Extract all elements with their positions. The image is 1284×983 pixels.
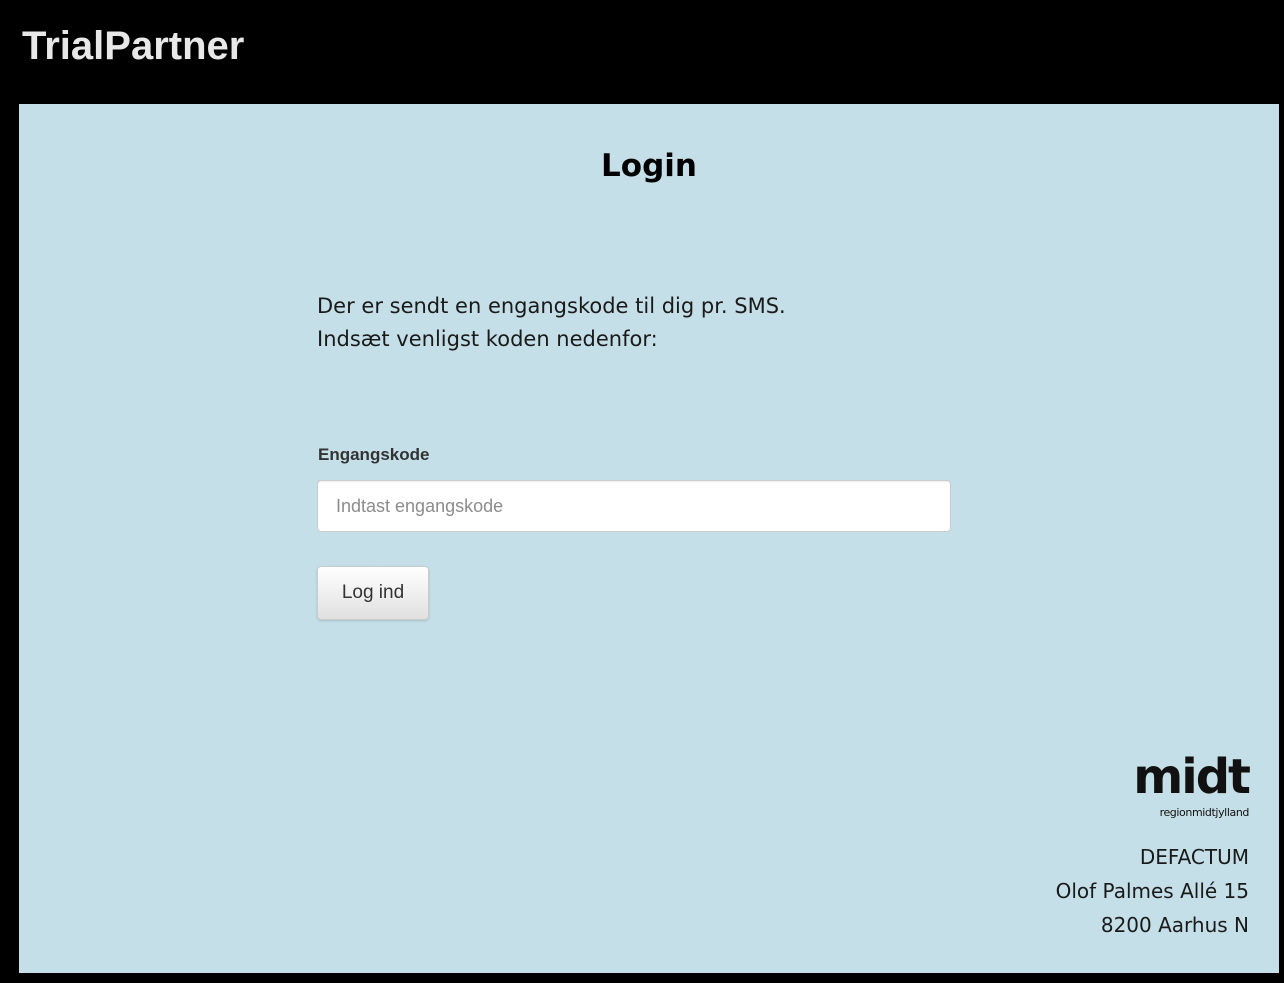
- address-org: DEFACTUM: [1139, 845, 1249, 869]
- instructions-text: Der er sendt en engangskode til dig pr. …: [317, 290, 957, 356]
- code-input[interactable]: [317, 480, 951, 532]
- footer-address: DEFACTUM Olof Palmes Allé 15 8200 Aarhus…: [1056, 840, 1249, 942]
- code-field-label: Engangskode: [318, 445, 430, 464]
- region-midt-logo: midt regionmidtjylland: [1109, 749, 1251, 822]
- login-panel: Login Der er sendt en engangskode til di…: [19, 104, 1279, 973]
- app-header: TrialPartner: [0, 0, 1284, 104]
- instructions-line-1: Der er sendt en engangskode til dig pr. …: [317, 294, 786, 318]
- page-frame: TrialPartner Login Der er sendt en engan…: [0, 0, 1284, 983]
- page-title: Login: [601, 148, 697, 184]
- app-brand: TrialPartner: [22, 24, 245, 68]
- logo-subtext: regionmidtjylland: [1159, 806, 1250, 819]
- logo-wordmark: midt: [1133, 749, 1251, 805]
- login-button[interactable]: Log ind: [317, 566, 429, 620]
- address-street: Olof Palmes Allé 15: [1055, 879, 1249, 903]
- instructions-line-2: Indsæt venligst koden nedenfor:: [317, 327, 658, 351]
- address-city: 8200 Aarhus N: [1100, 913, 1249, 937]
